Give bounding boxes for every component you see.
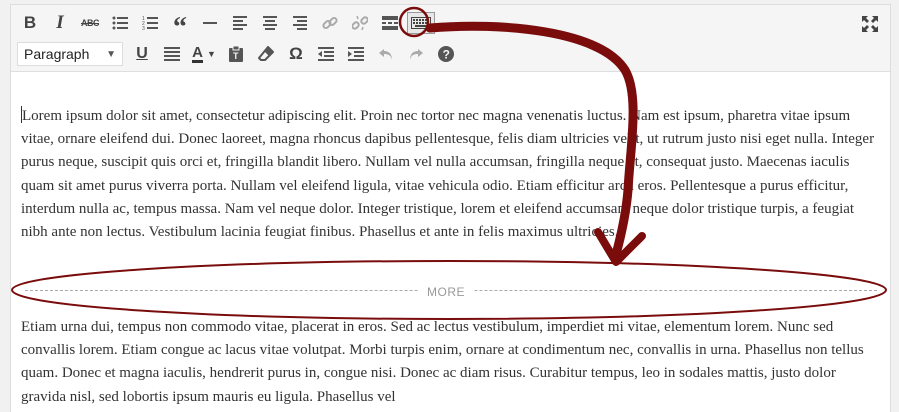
help-button[interactable]: ? [431, 40, 461, 68]
editor-toolbar: B I ABC 123 “ Paragraph ▼ U A ▼ T Ω ? [11, 5, 890, 72]
insert-more-tag-button[interactable] [375, 9, 405, 37]
align-right-button[interactable] [285, 9, 315, 37]
bulleted-list-icon [112, 16, 128, 30]
format-select-value: Paragraph [24, 46, 90, 62]
underline-button[interactable]: U [127, 40, 157, 68]
text-color-button[interactable]: A ▼ [187, 40, 221, 68]
insert-link-button[interactable] [315, 9, 345, 37]
eraser-icon [258, 46, 274, 61]
increase-indent-button[interactable] [341, 40, 371, 68]
special-character-button[interactable]: Ω [281, 40, 311, 68]
more-tag-label: MORE [419, 281, 473, 305]
undo-button[interactable] [371, 40, 401, 68]
paste-text-icon: T [229, 46, 243, 62]
decrease-indent-button[interactable] [311, 40, 341, 68]
read-more-icon [382, 16, 398, 30]
horizontal-line-icon [203, 22, 217, 24]
underline-icon: U [136, 45, 148, 62]
omega-icon: Ω [289, 44, 303, 63]
post-editor: B I ABC 123 “ Paragraph ▼ U A ▼ T Ω ? Lo… [10, 4, 891, 412]
redo-icon [410, 49, 423, 60]
justify-button[interactable] [157, 40, 187, 68]
fullscreen-button[interactable] [856, 12, 884, 36]
numbered-list-button[interactable]: 123 [135, 9, 165, 37]
justify-icon [164, 47, 180, 61]
content-paragraph-1: Lorem ipsum dolor sit amet, consectetur … [21, 105, 881, 244]
svg-text:T: T [233, 51, 239, 61]
toolbar-toggle-button[interactable] [407, 12, 435, 34]
italic-button[interactable]: I [45, 9, 75, 37]
redo-button[interactable] [401, 40, 431, 68]
clear-formatting-button[interactable] [251, 40, 281, 68]
svg-text:3: 3 [142, 26, 145, 30]
strikethrough-icon: ABC [81, 18, 100, 28]
align-left-icon [233, 16, 247, 30]
chevron-down-icon: ▼ [106, 48, 116, 60]
bold-icon: B [23, 13, 37, 32]
horizontal-line-button[interactable] [195, 9, 225, 37]
outdent-icon [318, 47, 334, 61]
bold-button[interactable]: B [15, 9, 45, 37]
align-left-button[interactable] [225, 9, 255, 37]
unlink-icon [352, 15, 368, 31]
align-center-icon [263, 16, 277, 30]
link-icon [322, 16, 338, 30]
svg-text:?: ? [443, 48, 450, 62]
fullscreen-icon [862, 16, 878, 32]
toolbar-row-1: B I ABC 123 “ [15, 8, 435, 42]
text-color-icon: A [192, 43, 203, 63]
strikethrough-button[interactable]: ABC [75, 9, 105, 37]
toolbar-row-2: Paragraph ▼ U A ▼ T Ω ? [15, 39, 461, 69]
blockquote-button[interactable]: “ [165, 9, 195, 42]
content-paragraph-2: Etiam urna dui, tempus non commodo vitae… [21, 319, 864, 405]
italic-icon: I [56, 12, 64, 33]
remove-link-button[interactable] [345, 9, 375, 37]
text-color-caret-icon: ▼ [206, 49, 216, 59]
help-icon: ? [438, 46, 454, 62]
format-select[interactable]: Paragraph ▼ [17, 42, 123, 66]
align-center-button[interactable] [255, 9, 285, 37]
bulleted-list-button[interactable] [105, 9, 135, 37]
undo-icon [379, 49, 392, 60]
align-right-icon [293, 16, 307, 30]
quote-icon: “ [173, 12, 187, 43]
editor-content[interactable]: Lorem ipsum dolor sit amet, consectetur … [11, 72, 890, 412]
paste-as-text-button[interactable]: T [221, 40, 251, 68]
paragraph-1-text: Lorem ipsum dolor sit amet, consectetur … [21, 108, 875, 241]
numbered-list-icon: 123 [142, 16, 158, 30]
indent-icon [348, 47, 364, 61]
keyboard-icon [411, 17, 431, 29]
